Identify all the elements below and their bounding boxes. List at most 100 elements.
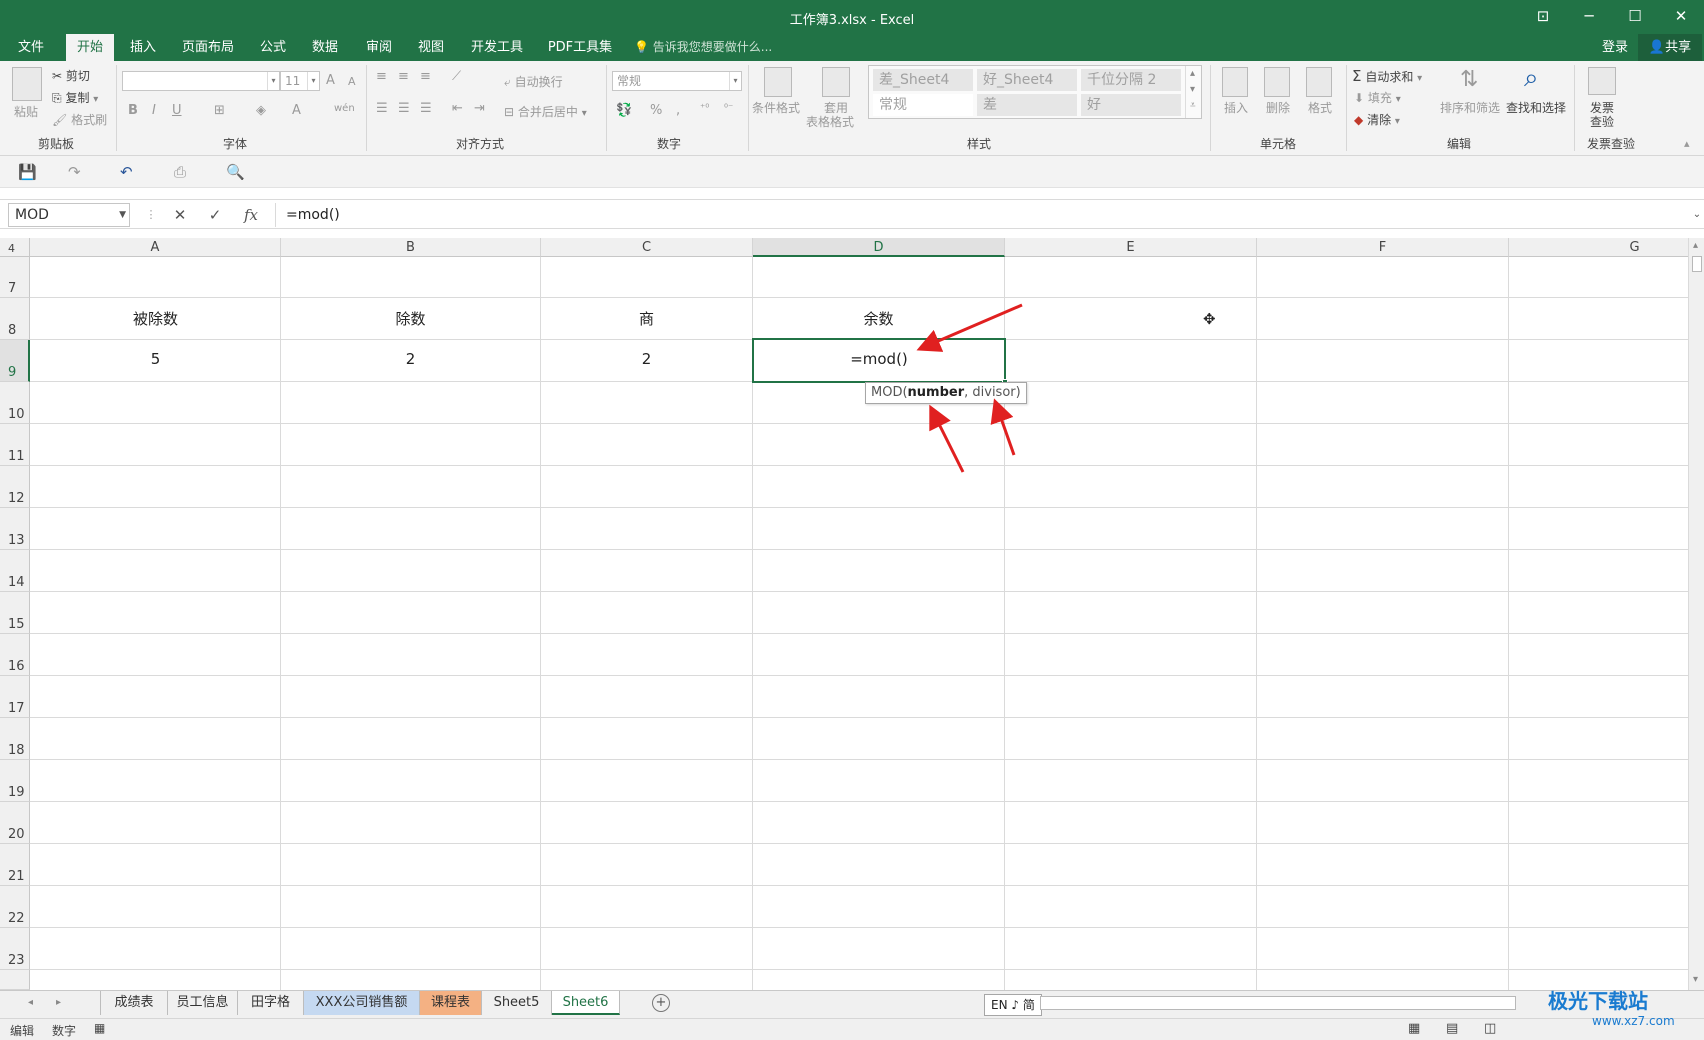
clear-button[interactable]: ◆ 清除 ▾ bbox=[1354, 111, 1400, 128]
close-button[interactable]: ✕ bbox=[1658, 0, 1704, 34]
paste-icon[interactable] bbox=[12, 67, 42, 101]
row-header-11[interactable]: 11 bbox=[0, 424, 30, 466]
sheet-tab-schedule[interactable]: 课程表 bbox=[420, 991, 482, 1015]
row-header-24[interactable] bbox=[0, 970, 30, 990]
merge-center-button[interactable]: ⊟ 合并后居中 ▾ bbox=[504, 103, 587, 120]
cut-button[interactable]: ✂ 剪切 bbox=[52, 67, 90, 84]
tab-scroll-right-icon[interactable]: ▸ bbox=[56, 997, 61, 1008]
style-comma-2[interactable]: 千位分隔 2 bbox=[1081, 69, 1181, 91]
phonetic-button[interactable]: wén bbox=[334, 103, 355, 114]
expand-gallery-icon[interactable]: ⩡ bbox=[1190, 100, 1196, 111]
sheet-tab-sheet6[interactable]: Sheet6 bbox=[552, 991, 620, 1015]
format-painter-button[interactable]: 🖌 格式刷 bbox=[52, 111, 107, 128]
insert-cells-button[interactable]: 插入 bbox=[1224, 99, 1248, 116]
worksheet-grid[interactable]: A B C D E F G 4 7 8 9 10 11 12 13 14 15 … bbox=[0, 238, 1688, 990]
column-header-b[interactable]: B bbox=[281, 238, 541, 257]
magnifier-icon[interactable]: ⌕ bbox=[1524, 63, 1539, 94]
style-good-sheet4[interactable]: 好_Sheet4 bbox=[977, 69, 1077, 91]
tab-page-layout[interactable]: 页面布局 bbox=[176, 34, 240, 61]
redo-icon[interactable]: ↷ bbox=[68, 163, 81, 181]
cell-a9[interactable]: 5 bbox=[31, 350, 280, 368]
row-header-22[interactable]: 22 bbox=[0, 886, 30, 928]
bold-button[interactable]: B bbox=[128, 103, 138, 118]
ime-indicator[interactable]: EN ♪ 简 bbox=[984, 994, 1042, 1016]
delete-cells-button[interactable]: 删除 bbox=[1266, 99, 1290, 116]
cell-a8[interactable]: 被除数 bbox=[31, 308, 280, 329]
paste-button[interactable]: 粘贴 bbox=[14, 103, 38, 120]
macro-record-icon[interactable]: ▦ bbox=[94, 1021, 105, 1035]
align-middle-icon[interactable]: ≡ bbox=[398, 69, 409, 84]
row-header-14[interactable]: 14 bbox=[0, 550, 30, 592]
style-bad-sheet4[interactable]: 差_Sheet4 bbox=[873, 69, 973, 91]
vertical-scrollbar[interactable]: ▴ ▾ bbox=[1688, 238, 1704, 990]
tab-data[interactable]: 数据 bbox=[302, 34, 348, 61]
column-header-e[interactable]: E bbox=[1005, 238, 1257, 257]
align-left-icon[interactable]: ☰ bbox=[376, 101, 388, 116]
tab-home[interactable]: 开始 bbox=[66, 34, 114, 61]
vertical-scroll-thumb[interactable] bbox=[1692, 256, 1702, 272]
number-format-select[interactable]: 常规 ▾ bbox=[612, 71, 742, 91]
table-format-icon[interactable] bbox=[822, 67, 850, 97]
invoice-icon[interactable] bbox=[1588, 67, 1616, 95]
row-header-20[interactable]: 20 bbox=[0, 802, 30, 844]
cell-d8[interactable]: 余数 bbox=[753, 308, 1004, 329]
sort-filter-button[interactable]: 排序和筛选 bbox=[1440, 99, 1500, 116]
insert-cells-icon[interactable] bbox=[1222, 67, 1248, 97]
cancel-formula-button[interactable]: ✕ bbox=[165, 203, 195, 227]
column-header-f[interactable]: F bbox=[1257, 238, 1509, 257]
gallery-scroll[interactable]: ▴ ▾ ⩡ bbox=[1185, 66, 1201, 118]
scroll-down-icon[interactable]: ▾ bbox=[1693, 974, 1698, 985]
conditional-format-icon[interactable] bbox=[764, 67, 792, 97]
tab-scroll-left-icon[interactable]: ◂ bbox=[28, 997, 33, 1008]
save-icon[interactable]: 💾 bbox=[18, 163, 37, 181]
align-top-icon[interactable]: ≡ bbox=[376, 69, 387, 84]
zoom-preview-icon[interactable]: 🔍 bbox=[226, 163, 245, 181]
cell-b9[interactable]: 2 bbox=[281, 350, 540, 368]
chevron-up-icon[interactable]: ▴ bbox=[1190, 68, 1195, 79]
scroll-up-icon[interactable]: ▴ bbox=[1693, 240, 1698, 251]
increase-indent-icon[interactable]: ⇥ bbox=[474, 101, 485, 116]
collapse-ribbon-icon[interactable]: ▴ bbox=[1684, 137, 1690, 150]
tab-review[interactable]: 审阅 bbox=[356, 34, 402, 61]
row-header-18[interactable]: 18 bbox=[0, 718, 30, 760]
column-header-a[interactable]: A bbox=[30, 238, 281, 257]
decrease-decimal-icon[interactable]: ⁰⁻ bbox=[724, 103, 733, 114]
delete-cells-icon[interactable] bbox=[1264, 67, 1290, 97]
active-cell-d9[interactable]: =mod() bbox=[752, 338, 1008, 385]
tab-developer[interactable]: 开发工具 bbox=[466, 34, 528, 61]
sort-filter-icon[interactable]: ⇅ bbox=[1460, 67, 1478, 92]
page-break-view-icon[interactable]: ◫ bbox=[1484, 1021, 1496, 1036]
share-button[interactable]: 👤共享 bbox=[1638, 34, 1702, 61]
formula-input[interactable]: =mod() bbox=[275, 203, 1695, 227]
style-good[interactable]: 好 bbox=[1081, 94, 1181, 116]
chevron-down-icon[interactable]: ▾ bbox=[1190, 84, 1195, 95]
sheet-tab-xxx-sales[interactable]: XXX公司销售额 bbox=[304, 991, 420, 1015]
horizontal-scrollbar[interactable] bbox=[1040, 996, 1516, 1010]
tab-view[interactable]: 视图 bbox=[408, 34, 454, 61]
column-header-c[interactable]: C bbox=[541, 238, 753, 257]
underline-button[interactable]: U bbox=[172, 103, 182, 118]
row-header-12[interactable]: 12 bbox=[0, 466, 30, 508]
column-header-g[interactable]: G bbox=[1509, 238, 1688, 257]
tab-insert[interactable]: 插入 bbox=[120, 34, 166, 61]
style-bad[interactable]: 差 bbox=[977, 94, 1077, 116]
font-size-select[interactable]: 11 ▾ bbox=[280, 71, 320, 91]
tab-file[interactable]: 文件 bbox=[8, 34, 54, 61]
cell-b8[interactable]: 除数 bbox=[281, 308, 540, 329]
orientation-icon[interactable]: ⟋ bbox=[452, 69, 461, 84]
expand-formula-bar-icon[interactable]: ⌄ bbox=[1682, 203, 1704, 227]
page-layout-view-icon[interactable]: ▤ bbox=[1446, 1021, 1458, 1036]
percent-button[interactable]: % bbox=[650, 103, 662, 118]
comma-button[interactable]: , bbox=[676, 103, 680, 118]
row-header-19[interactable]: 19 bbox=[0, 760, 30, 802]
normal-view-icon[interactable]: ▦ bbox=[1408, 1021, 1420, 1036]
align-bottom-icon[interactable]: ≡ bbox=[420, 69, 431, 84]
decrease-font-button[interactable]: A bbox=[348, 75, 356, 88]
insert-function-button[interactable]: fx bbox=[236, 203, 266, 227]
sheet-tab-tianzige[interactable]: 田字格 bbox=[238, 991, 304, 1015]
fill-button[interactable]: ⬇ 填充 ▾ bbox=[1354, 89, 1401, 106]
increase-font-button[interactable]: A bbox=[326, 73, 335, 88]
chevron-down-icon[interactable]: ▼ bbox=[119, 204, 126, 226]
function-argument-tooltip[interactable]: MOD(number, divisor) bbox=[865, 382, 1027, 404]
tab-formulas[interactable]: 公式 bbox=[250, 34, 296, 61]
